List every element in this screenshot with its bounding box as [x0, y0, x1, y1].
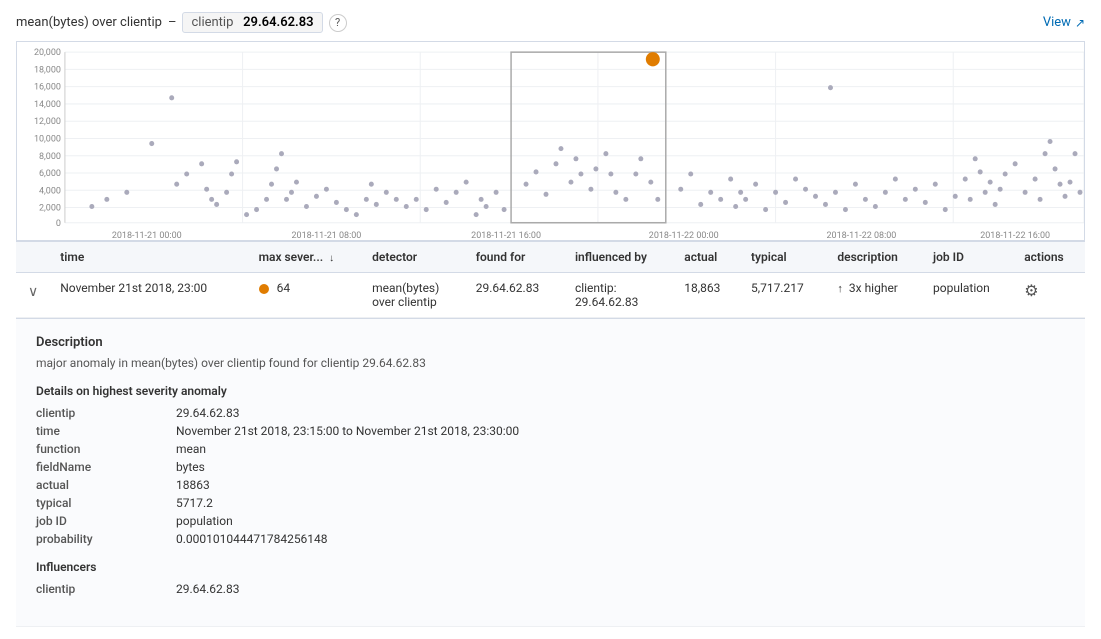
- clientip-value: 29.64.62.83: [243, 15, 314, 30]
- description-text: 3x higher: [849, 281, 898, 295]
- expand-row-button[interactable]: ∨: [26, 281, 40, 302]
- severity-dot: [259, 284, 269, 294]
- anomaly-table: time max sever... ↓ detector found for i…: [16, 241, 1085, 627]
- svg-text:2018-11-22 00:00: 2018-11-22 00:00: [649, 231, 719, 240]
- influencer-value-clientip: 29.64.62.83: [176, 582, 1065, 596]
- svg-text:16,000: 16,000: [34, 83, 61, 93]
- influencers-title: Influencers: [36, 560, 1065, 574]
- cell-influenced-by: clientip: 29.64.62.83: [565, 273, 674, 318]
- detail-value-jobid: population: [176, 514, 1065, 528]
- svg-text:2018-11-21 16:00: 2018-11-21 16:00: [471, 231, 541, 240]
- detail-label-actual: actual: [36, 478, 176, 492]
- influenced-by-value: 29.64.62.83: [575, 295, 638, 309]
- col-header-found-for: found for: [466, 242, 565, 273]
- detail-label-probability: probability: [36, 532, 176, 546]
- influenced-by-label: clientip:: [575, 281, 617, 295]
- expand-col-header: [16, 242, 50, 273]
- detail-label-fieldname: fieldName: [36, 460, 176, 474]
- detail-label-function: function: [36, 442, 176, 456]
- detail-value-probability: 0.000101044471784256148: [176, 532, 1065, 546]
- svg-text:2018-11-22 16:00: 2018-11-22 16:00: [980, 231, 1050, 240]
- severity-score: 64: [277, 281, 291, 295]
- col-header-detector: detector: [362, 242, 466, 273]
- svg-text:2018-11-21 00:00: 2018-11-21 00:00: [112, 231, 182, 240]
- cell-typical: 5,717.217: [741, 273, 827, 318]
- sort-icon: ↓: [329, 253, 334, 264]
- view-link[interactable]: View ↗: [1043, 15, 1085, 30]
- svg-text:8,000: 8,000: [39, 152, 61, 162]
- detail-fields-grid: clientip 29.64.62.83 time November 21st …: [36, 406, 1065, 546]
- detail-label-typical: typical: [36, 496, 176, 510]
- cell-severity: 64: [249, 273, 363, 318]
- scatter-chart: 20,000 18,000 16,000 14,000 12,000 10,00…: [17, 42, 1084, 240]
- view-label: View: [1043, 15, 1071, 30]
- table-row: ∨ November 21st 2018, 23:00 64 mean(byte…: [16, 273, 1085, 318]
- col-header-actual: actual: [674, 242, 741, 273]
- detail-label-time: time: [36, 424, 176, 438]
- cell-time: November 21st 2018, 23:00: [50, 273, 248, 318]
- svg-text:2018-11-22 08:00: 2018-11-22 08:00: [826, 231, 896, 240]
- detail-value-typical: 5717.2: [176, 496, 1065, 510]
- header: mean(bytes) over clientip – clientip 29.…: [16, 12, 1085, 33]
- detail-value-clientip: 29.64.62.83: [176, 406, 1065, 420]
- clientip-label: clientip: [191, 15, 233, 30]
- col-header-typical: typical: [741, 242, 827, 273]
- svg-text:18,000: 18,000: [34, 65, 61, 75]
- svg-text:10,000: 10,000: [34, 134, 61, 144]
- influencers-section: Influencers clientip 29.64.62.83: [36, 560, 1065, 596]
- col-header-description: description: [827, 242, 923, 273]
- description-section-title: Description: [36, 335, 1065, 350]
- cell-detector: mean(bytes)over clientip: [362, 273, 466, 318]
- chart-title: mean(bytes) over clientip: [16, 15, 162, 30]
- detail-row: Description major anomaly in mean(bytes)…: [16, 318, 1085, 627]
- influencer-label-clientip: clientip: [36, 582, 176, 596]
- actions-gear-icon[interactable]: ⚙: [1024, 281, 1038, 300]
- cell-found-for: 29.64.62.83: [466, 273, 565, 318]
- svg-text:12,000: 12,000: [34, 117, 61, 127]
- col-header-time: time: [50, 242, 248, 273]
- detail-value-actual: 18863: [176, 478, 1065, 492]
- cell-actual: 18,863: [674, 273, 741, 318]
- detail-value-fieldname: bytes: [176, 460, 1065, 474]
- clientip-filter[interactable]: clientip 29.64.62.83: [182, 12, 322, 33]
- view-icon: ↗: [1075, 16, 1085, 30]
- detail-panel: Description major anomaly in mean(bytes)…: [16, 318, 1085, 626]
- svg-text:2,000: 2,000: [39, 203, 61, 213]
- svg-text:20,000: 20,000: [34, 48, 61, 58]
- col-header-max-sever[interactable]: max sever... ↓: [249, 242, 363, 273]
- col-header-influenced-by: influenced by: [565, 242, 674, 273]
- svg-text:6,000: 6,000: [39, 169, 61, 179]
- svg-text:4,000: 4,000: [39, 186, 61, 196]
- cell-actions: ⚙: [1014, 273, 1085, 318]
- influencers-grid: clientip 29.64.62.83: [36, 582, 1065, 596]
- severity-section-title: Details on highest severity anomaly: [36, 384, 1065, 398]
- svg-text:0: 0: [56, 219, 61, 229]
- col-header-actions: actions: [1014, 242, 1085, 273]
- detail-value-function: mean: [176, 442, 1065, 456]
- title-separator: –: [168, 15, 177, 30]
- cell-job-id: population: [923, 273, 1014, 318]
- detail-value-time: November 21st 2018, 23:15:00 to November…: [176, 424, 1065, 438]
- cell-description: ↑ 3x higher: [827, 273, 923, 318]
- header-left: mean(bytes) over clientip – clientip 29.…: [16, 12, 347, 33]
- table-header-row: time max sever... ↓ detector found for i…: [16, 242, 1085, 273]
- description-arrow: ↑: [837, 282, 843, 295]
- col-header-job-id: job ID: [923, 242, 1014, 273]
- svg-text:14,000: 14,000: [34, 100, 61, 110]
- svg-text:2018-11-21 08:00: 2018-11-21 08:00: [291, 231, 361, 240]
- detail-label-clientip: clientip: [36, 406, 176, 420]
- description-text: major anomaly in mean(bytes) over client…: [36, 356, 1065, 370]
- detail-label-jobid: job ID: [36, 514, 176, 528]
- help-icon[interactable]: ?: [329, 14, 347, 32]
- page-container: mean(bytes) over clientip – clientip 29.…: [0, 0, 1101, 639]
- chart-area: 20,000 18,000 16,000 14,000 12,000 10,00…: [16, 41, 1085, 241]
